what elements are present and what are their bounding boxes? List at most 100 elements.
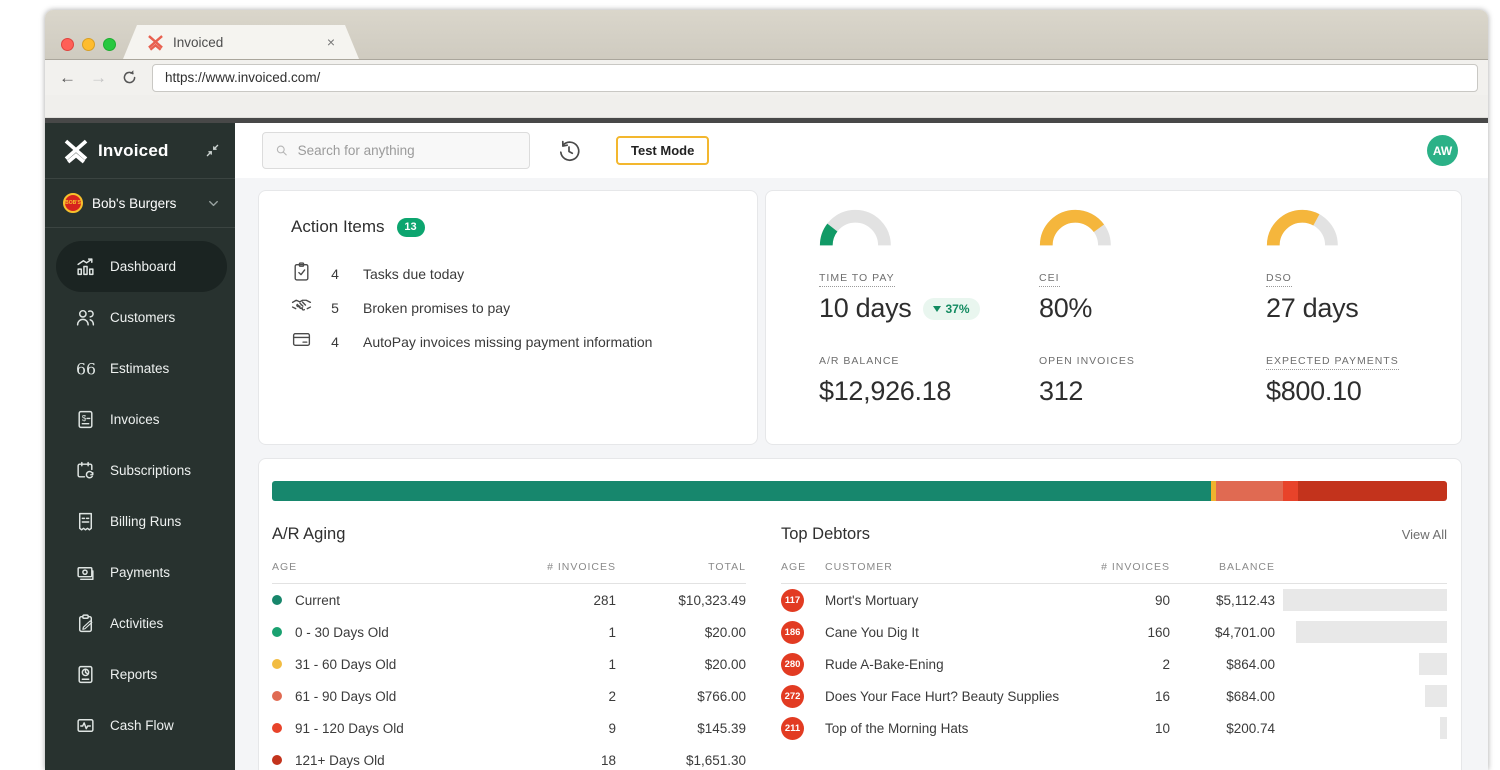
sidebar-item-label: Estimates <box>110 361 169 376</box>
sidebar-item-label: Activities <box>110 616 163 631</box>
col-customer: CUSTOMER <box>825 561 1080 573</box>
action-items-card: Action Items 13 4 Tasks due today <box>258 190 758 445</box>
address-bar[interactable]: https://www.invoiced.com/ <box>152 64 1478 92</box>
search-box[interactable] <box>262 132 530 169</box>
handshake-icon <box>291 295 317 321</box>
action-item-label: Broken promises to pay <box>353 300 725 316</box>
invoiced-favicon <box>147 34 164 51</box>
age-badge: 186 <box>781 621 804 644</box>
sidebar: Invoiced BOB'S Bob's Burgers <box>45 123 235 770</box>
sidebar-item-cash-flow[interactable]: Cash Flow <box>45 700 235 751</box>
org-switcher[interactable]: BOB'S Bob's Burgers <box>45 178 235 228</box>
sidebar-item-label: Billing Runs <box>110 514 181 529</box>
sidebar-item-label: Customers <box>110 310 175 325</box>
invoice-document-icon: $ <box>75 409 96 430</box>
dso-label: DSO <box>1266 272 1461 284</box>
cei-label: CEI <box>1039 272 1266 284</box>
browser-tab[interactable]: Invoiced × <box>123 25 359 59</box>
top-debtors-header: AGE CUSTOMER # INVOICES BALANCE <box>781 550 1447 584</box>
org-logo: BOB'S <box>63 193 83 213</box>
expected-payments-label: EXPECTED PAYMENTS <box>1266 355 1461 367</box>
close-window-button[interactable] <box>61 38 74 51</box>
sidebar-item-billing-runs[interactable]: Billing Runs <box>45 496 235 547</box>
sidebar-item-subscriptions[interactable]: Subscriptions <box>45 445 235 496</box>
chevron-down-icon <box>206 196 221 211</box>
aging-row-0-30[interactable]: 0 - 30 Days Old 1$20.00 <box>272 616 746 648</box>
brand-row: Invoiced <box>45 123 235 178</box>
stacked-bar-segment-current <box>272 481 1211 501</box>
zoom-window-button[interactable] <box>103 38 116 51</box>
org-logo-text: BOB'S <box>65 200 81 206</box>
action-item-autopay[interactable]: 4 AutoPay invoices missing payment infor… <box>291 329 725 351</box>
ar-aging-section: A/R Aging AGE # INVOICES TOTAL Current 2… <box>272 525 746 770</box>
stacked-bar-segment-61-90 <box>1216 481 1283 501</box>
debtor-row[interactable]: 117 Mort's Mortuary 90 $5,112.43 <box>781 584 1447 616</box>
sidebar-item-invoices[interactable]: $ Invoices <box>45 394 235 445</box>
avatar[interactable]: AW <box>1427 135 1458 166</box>
browser-chrome-padding <box>45 95 1488 118</box>
col-age: AGE <box>272 561 526 573</box>
url-text: https://www.invoiced.com/ <box>165 70 320 85</box>
metrics-card: TIME TO PAY CEI DSO 10 days 37% <box>765 190 1462 445</box>
estimates-quotes-icon: 66 <box>75 358 96 379</box>
refresh-icon[interactable] <box>121 69 138 86</box>
back-icon[interactable]: ← <box>59 69 76 86</box>
window-controls[interactable] <box>61 38 116 51</box>
sidebar-item-label: Invoices <box>110 412 160 427</box>
forward-icon: → <box>90 69 107 86</box>
test-mode-badge[interactable]: Test Mode <box>616 136 709 165</box>
search-icon <box>275 143 289 158</box>
ar-balance-value: $12,926.18 <box>819 376 951 407</box>
tab-close-icon[interactable]: × <box>327 35 335 49</box>
sidebar-item-customers[interactable]: Customers <box>45 292 235 343</box>
time-to-pay-gauge <box>819 209 892 249</box>
reports-icon <box>75 664 96 685</box>
debtor-row[interactable]: 211 Top of the Morning Hats 10 $200.74 <box>781 712 1447 744</box>
dashboard-icon <box>75 256 96 277</box>
balance-bar <box>1440 717 1447 739</box>
history-icon[interactable] <box>556 138 582 164</box>
collapse-sidebar-icon[interactable] <box>204 142 221 159</box>
ar-aging-title: A/R Aging <box>272 525 345 544</box>
action-item-tasks[interactable]: 4 Tasks due today <box>291 261 725 283</box>
sidebar-item-activities[interactable]: Activities <box>45 598 235 649</box>
aging-row-121plus[interactable]: 121+ Days Old 18$1,651.30 <box>272 744 746 770</box>
action-item-broken-promises[interactable]: 5 Broken promises to pay <box>291 295 725 317</box>
sidebar-item-reports[interactable]: Reports <box>45 649 235 700</box>
age-dot <box>272 723 282 733</box>
view-all-link[interactable]: View All <box>1402 527 1447 542</box>
age-dot <box>272 691 282 701</box>
topbar: Test Mode AW <box>235 123 1488 178</box>
aging-row-61-90[interactable]: 61 - 90 Days Old 2$766.00 <box>272 680 746 712</box>
col-invoices: # INVOICES <box>1080 561 1170 573</box>
sidebar-item-payments[interactable]: Payments <box>45 547 235 598</box>
aging-row-91-120[interactable]: 91 - 120 Days Old 9$145.39 <box>272 712 746 744</box>
tasks-clipboard-icon <box>291 261 317 287</box>
top-debtors-section: Top Debtors View All AGE CUSTOMER # INVO… <box>781 525 1447 770</box>
sidebar-item-estimates[interactable]: 66 Estimates <box>45 343 235 394</box>
sidebar-item-dashboard[interactable]: Dashboard <box>56 241 227 292</box>
screenshot-stage: Invoiced × ← → https://www.invoiced.com/ <box>0 0 1500 770</box>
debtor-row[interactable]: 272 Does Your Face Hurt? Beauty Supplies… <box>781 680 1447 712</box>
search-input[interactable] <box>298 143 517 158</box>
time-to-pay-label: TIME TO PAY <box>819 272 1039 284</box>
svg-text:66: 66 <box>76 359 96 378</box>
minimize-window-button[interactable] <box>82 38 95 51</box>
sidebar-item-label: Dashboard <box>110 259 176 274</box>
aging-row-current[interactable]: Current 281$10,323.49 <box>272 584 746 616</box>
open-invoices-value: 312 <box>1039 376 1083 407</box>
sidebar-nav: Dashboard Customers 66 Estimates <box>45 228 235 751</box>
sidebar-item-label: Payments <box>110 565 170 580</box>
age-badge: 280 <box>781 653 804 676</box>
action-item-label: AutoPay invoices missing payment informa… <box>353 334 725 350</box>
debtor-row[interactable]: 186 Cane You Dig It 160 $4,701.00 <box>781 616 1447 648</box>
time-to-pay-value: 10 days <box>819 293 911 324</box>
ar-balance-label: A/R BALANCE <box>819 355 1039 367</box>
aging-row-31-60[interactable]: 31 - 60 Days Old 1$20.00 <box>272 648 746 680</box>
debtor-row[interactable]: 280 Rude A-Bake-Ening 2 $864.00 <box>781 648 1447 680</box>
subscriptions-icon <box>75 460 96 481</box>
col-total: TOTAL <box>616 561 746 573</box>
cash-flow-icon <box>75 715 96 736</box>
time-to-pay-delta-badge: 37% <box>923 298 979 320</box>
cei-gauge <box>1039 209 1112 249</box>
